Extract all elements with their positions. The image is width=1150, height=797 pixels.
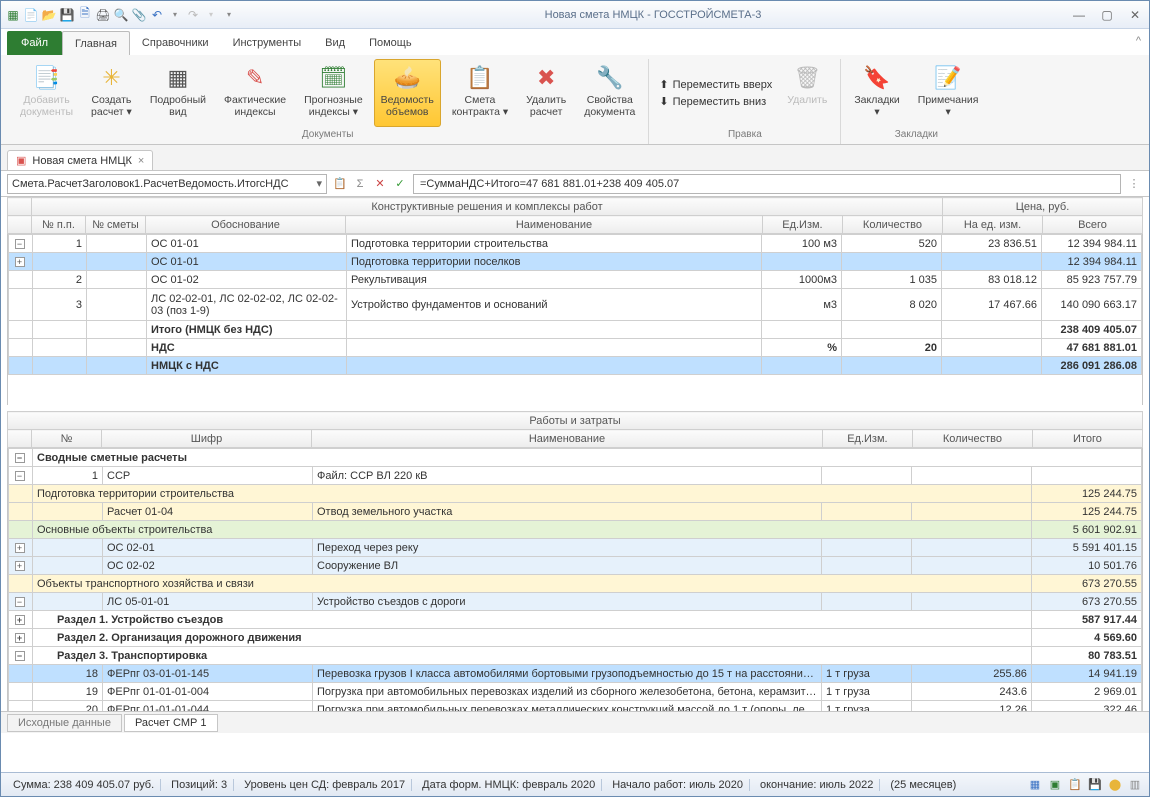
table-row[interactable]: +ОС 01-01Подготовка территории поселков1…: [9, 253, 1142, 271]
tab-source-data[interactable]: Исходные данные: [7, 714, 122, 732]
status-bar: Сумма: 238 409 405.07 руб. Позиций: 3 Ур…: [1, 772, 1149, 796]
status-level: Уровень цен СД: февраль 2017: [238, 779, 412, 791]
table-row[interactable]: +ОС 02-02Сооружение ВЛ10 501.76: [9, 557, 1142, 575]
preview-icon[interactable]: 🔍: [113, 7, 129, 23]
file-tab[interactable]: Файл: [7, 31, 62, 55]
formula-input[interactable]: =СуммаНДС+Итого=47 681 881.01+238 409 40…: [413, 174, 1121, 194]
delete-button: 🗑Удалить: [780, 59, 834, 127]
contract-button[interactable]: 📋Смета контракта ▾: [445, 59, 515, 127]
table-row[interactable]: НДС%2047 681 881.01: [9, 339, 1142, 357]
save-icon[interactable]: 💾: [59, 7, 75, 23]
doc-tabbar: ▣Новая смета НМЦК×: [1, 145, 1149, 171]
status-icon[interactable]: ⬤: [1107, 777, 1123, 793]
doc-props-button[interactable]: 🔧Свойства документа: [577, 59, 642, 127]
redo-icon[interactable]: ↷: [185, 7, 201, 23]
window-title: Новая смета НМЦК - ГОССТРОЙСМЕТА-3: [237, 9, 1069, 21]
move-down-button: ⬇Переместить вниз: [655, 94, 776, 109]
more-icon[interactable]: ⋮: [1125, 177, 1143, 190]
table-row[interactable]: +Раздел 1. Устройство съездов587 917.44: [9, 611, 1142, 629]
ribbon-collapse-icon[interactable]: ^: [1136, 35, 1141, 47]
cancel-icon[interactable]: ✕: [371, 175, 389, 193]
table-row[interactable]: −Раздел 3. Транспортировка80 783.51: [9, 647, 1142, 665]
table-row[interactable]: 18ФЕРпг 03-01-01-145Перевозка грузов I к…: [9, 665, 1142, 683]
create-calc-button[interactable]: ✳Создать расчет ▾: [84, 59, 139, 127]
status-icon[interactable]: 📋: [1067, 777, 1083, 793]
add-documents-button[interactable]: 📑Добавить документы: [13, 59, 80, 127]
status-icon[interactable]: 💾: [1087, 777, 1103, 793]
top-grid[interactable]: Конструктивные решения и комплексы работ…: [7, 197, 1143, 234]
formula-bar: Смета.РасчетЗаголовок1.РасчетВедомость.И…: [1, 171, 1149, 197]
table-row[interactable]: Основные объекты строительства5 601 902.…: [9, 521, 1142, 539]
fact-indexes-button[interactable]: ✎Фактические индексы: [217, 59, 293, 127]
sum-icon[interactable]: Σ: [351, 175, 369, 193]
mid-grid[interactable]: Работы и затраты №ШифрНаименованиеЕд.Изм…: [7, 411, 1143, 448]
status-start: Начало работ: июль 2020: [606, 779, 750, 791]
table-row[interactable]: НМЦК с НДС286 091 286.08: [9, 357, 1142, 375]
tab-view[interactable]: Вид: [313, 31, 357, 55]
notes-button[interactable]: 📝Примечания ▾: [911, 59, 986, 127]
table-row[interactable]: +Раздел 2. Организация дорожного движени…: [9, 629, 1142, 647]
status-icon[interactable]: ▦: [1027, 777, 1043, 793]
bottom-tabs: Исходные данные Расчет СМР 1: [1, 711, 1149, 733]
delete-calc-button[interactable]: ✖Удалить расчет: [519, 59, 573, 127]
ribbon-group-label: Закладки: [895, 127, 938, 144]
prog-indexes-button[interactable]: 🗓Прогнозные индексы ▾: [297, 59, 370, 127]
status-icon[interactable]: ▥: [1127, 777, 1143, 793]
table-row[interactable]: −ЛС 05-01-01Устройство съездов с дороги6…: [9, 593, 1142, 611]
accept-icon[interactable]: ✓: [391, 175, 409, 193]
undo-icon[interactable]: ↶: [149, 7, 165, 23]
tab-calc-smr[interactable]: Расчет СМР 1: [124, 714, 218, 732]
minimize-button[interactable]: —: [1069, 7, 1089, 23]
status-end: окончание: июль 2022: [754, 779, 880, 791]
new-icon[interactable]: 📄: [23, 7, 39, 23]
move-up-button: ⬆Переместить вверх: [655, 77, 776, 92]
cell-address[interactable]: Смета.РасчетЗаголовок1.РасчетВедомость.И…: [7, 174, 327, 194]
ribbon: 📑Добавить документы ✳Создать расчет ▾ ▦П…: [1, 55, 1149, 145]
tab-tools[interactable]: Инструменты: [221, 31, 314, 55]
table-row[interactable]: 2ОС 01-02Рекультивация1000м31 03583 018.…: [9, 271, 1142, 289]
doc-tab[interactable]: ▣Новая смета НМЦК×: [7, 150, 153, 170]
table-row[interactable]: 20ФЕРпг 01-01-01-044Погрузка при автомоб…: [9, 701, 1142, 712]
status-positions: Позиций: 3: [165, 779, 234, 791]
titlebar: ▦ 📄 📂 💾 🗎 🖨 🔍 📎 ↶▾ ↷▾ ▾ Новая смета НМЦК…: [1, 1, 1149, 29]
maximize-button[interactable]: ▢: [1097, 7, 1117, 23]
arrow-up-icon: ⬆: [659, 78, 668, 91]
tab-ref[interactable]: Справочники: [130, 31, 221, 55]
close-button[interactable]: ✕: [1125, 7, 1145, 23]
ribbon-group-label: Документы: [302, 127, 354, 144]
status-form-date: Дата форм. НМЦК: февраль 2020: [416, 779, 602, 791]
arrow-down-icon: ⬇: [659, 95, 668, 108]
menu-bar: Файл Главная Справочники Инструменты Вид…: [1, 29, 1149, 55]
table-row[interactable]: 3ЛС 02-02-01, ЛС 02-02-02, ЛС 02-02-03 (…: [9, 289, 1142, 321]
tab-main[interactable]: Главная: [62, 31, 130, 55]
status-months: (25 месяцев): [884, 779, 962, 791]
attach-icon[interactable]: 📎: [131, 7, 147, 23]
table-row[interactable]: Подготовка территории строительства125 2…: [9, 485, 1142, 503]
ribbon-group-label: Правка: [728, 127, 762, 144]
table-row[interactable]: −1ОС 01-01Подготовка территории строител…: [9, 235, 1142, 253]
saveall-icon[interactable]: 🗎: [77, 7, 93, 23]
table-row[interactable]: 19ФЕРпг 01-01-01-004Погрузка при автомоб…: [9, 683, 1142, 701]
volume-list-button[interactable]: 🥧Ведомость объемов: [374, 59, 441, 127]
table-row[interactable]: Итого (НМЦК без НДС)238 409 405.07: [9, 321, 1142, 339]
app-icon: ▦: [5, 7, 21, 23]
table-row[interactable]: +ОС 02-01Переход через реку5 591 401.15: [9, 539, 1142, 557]
quick-access-toolbar: ▦ 📄 📂 💾 🗎 🖨 🔍 📎 ↶▾ ↷▾ ▾: [5, 7, 237, 23]
table-row[interactable]: −1ССРФайл: ССР ВЛ 220 кВ: [9, 467, 1142, 485]
table-row[interactable]: −Сводные сметные расчеты: [9, 449, 1142, 467]
table-row[interactable]: Расчет 01-04Отвод земельного участка125 …: [9, 503, 1142, 521]
tab-help[interactable]: Помощь: [357, 31, 424, 55]
status-sum: Сумма: 238 409 405.07 руб.: [7, 779, 161, 791]
open-icon[interactable]: 📂: [41, 7, 57, 23]
copy-icon[interactable]: 📋: [331, 175, 349, 193]
bookmarks-button[interactable]: 🔖Закладки ▾: [847, 59, 906, 127]
detail-view-button[interactable]: ▦Подробный вид: [143, 59, 213, 127]
table-row[interactable]: Объекты транспортного хозяйства и связи6…: [9, 575, 1142, 593]
status-icon[interactable]: ▣: [1047, 777, 1063, 793]
print-icon[interactable]: 🖨: [95, 7, 111, 23]
close-tab-icon[interactable]: ×: [138, 155, 144, 167]
